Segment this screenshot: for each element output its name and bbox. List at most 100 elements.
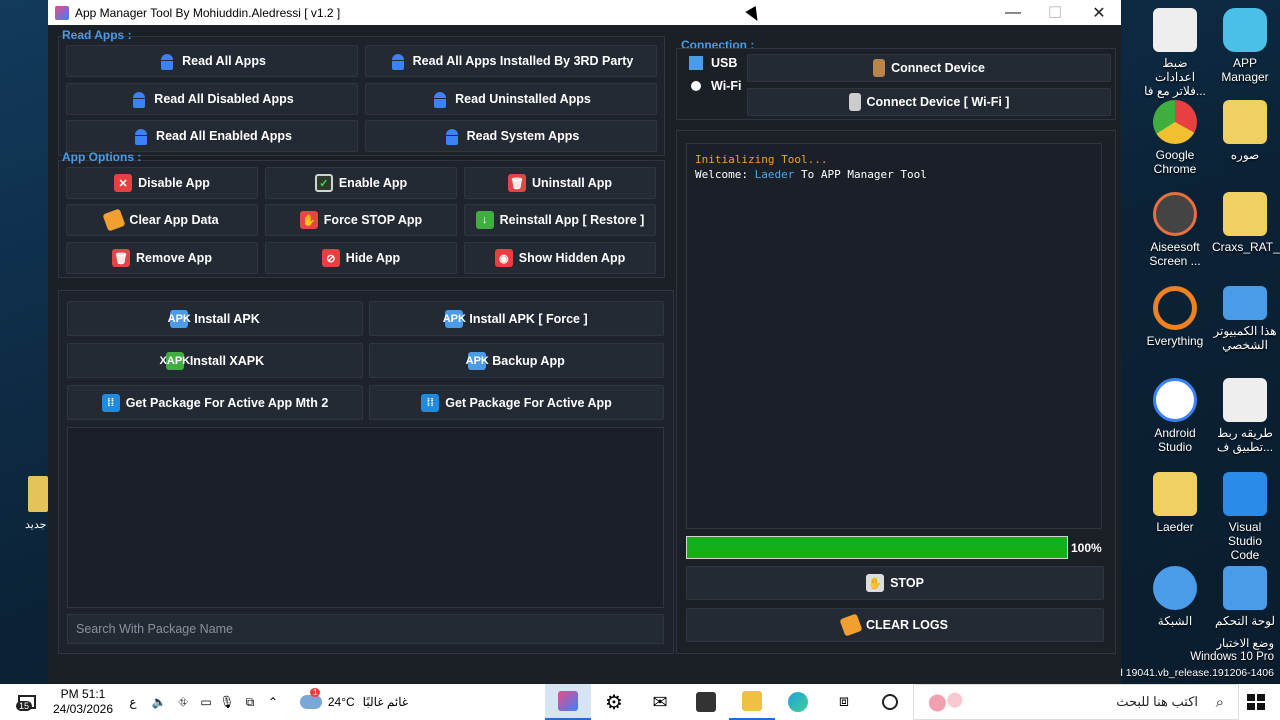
desktop-icon-label: ضبط اعدادات فلاتر مع فا...	[1144, 56, 1206, 98]
button-label: Force STOP App	[323, 213, 423, 227]
desktop-icon-label: الشبكة	[1157, 614, 1193, 628]
button-label: Enable App	[338, 176, 408, 190]
read-3rd-party-apps-button[interactable]: Read All Apps Installed By 3RD Party	[365, 45, 657, 77]
button-label: Read All Disabled Apps	[154, 92, 294, 106]
read-system-apps-button[interactable]: Read System Apps	[365, 120, 657, 152]
install-xapk-button[interactable]: XAPK Install XAPK	[67, 343, 363, 378]
taskbar-edge[interactable]	[775, 684, 821, 720]
clear-app-data-button[interactable]: Clear App Data	[66, 204, 258, 236]
backup-app-button[interactable]: APK Backup App	[369, 343, 664, 378]
check-icon: ✓	[314, 174, 333, 192]
close-button[interactable]: ✕	[1078, 0, 1120, 25]
watermark-line3: d 19041.vb_release.191206-1406	[1116, 667, 1274, 679]
show-hidden-app-button[interactable]: ◉ Show Hidden App	[464, 242, 656, 274]
desktop-icon-aiseesoft[interactable]: Aiseesoft Screen ...	[1142, 192, 1208, 268]
read-all-apps-button[interactable]: Read All Apps	[66, 45, 358, 77]
uninstall-app-button[interactable]: 🗑 Uninstall App	[464, 167, 656, 199]
install-apk-button[interactable]: APK Install APK	[67, 301, 363, 336]
android-icon	[158, 52, 176, 70]
microphone-icon[interactable]: 🎙	[218, 684, 236, 720]
clear-logs-button[interactable]: CLEAR LOGS	[686, 608, 1104, 642]
app-manager-icon	[558, 691, 578, 711]
weather-temp: 24°C	[327, 695, 355, 709]
desktop-icon-app-manager[interactable]: APP Manager	[1212, 8, 1278, 84]
desktop-icon-everything[interactable]: Everything	[1142, 286, 1208, 348]
maximize-button[interactable]: ☐	[1034, 0, 1076, 25]
get-package-button[interactable]: ⁞⁞ Get Package For Active App	[369, 385, 664, 420]
clock[interactable]: PM 51:1 24/03/2026	[48, 684, 118, 720]
title-bar[interactable]: App Manager Tool By Mohiuddin.Aledressi …	[48, 0, 1121, 25]
taskbar-cortana[interactable]	[867, 684, 913, 720]
taskbar-settings[interactable]: ⚙	[591, 684, 637, 720]
minimize-button[interactable]: —	[992, 0, 1034, 25]
folder-icon[interactable]	[28, 476, 48, 512]
desktop-icon-label: Aiseesoft Screen ...	[1149, 240, 1201, 268]
network-tray-icon[interactable]: ⛗	[172, 684, 194, 720]
cortana-icon	[882, 694, 898, 710]
show-hidden-icons-chevron-icon[interactable]: ⌃	[264, 684, 282, 720]
desktop-icon-vscode[interactable]: Visual Studio Code	[1212, 472, 1278, 562]
start-button-windows-icon[interactable]	[1247, 694, 1265, 710]
taskbar-mail[interactable]: ✉	[637, 684, 683, 720]
disable-app-button[interactable]: ✕ Disable App	[66, 167, 258, 199]
package-icon: ⁞⁞	[101, 393, 120, 412]
connect-device-wifi-button[interactable]: Connect Device [ Wi-Fi ]	[747, 88, 1111, 116]
package-list[interactable]	[67, 427, 664, 608]
desktop-icon-label: صوره	[1230, 148, 1260, 162]
taskbar-file-explorer[interactable]	[729, 684, 775, 720]
force-stop-app-button[interactable]: ✋ Force STOP App	[265, 204, 457, 236]
desktop-icon-craxs[interactable]: Craxs_RAT_...	[1212, 192, 1280, 254]
desktop-icon-this-pc[interactable]: هذا الكمبيوتر الشخصي	[1212, 286, 1278, 352]
desktop-icon-control-panel[interactable]: لوحة التحكم	[1212, 566, 1278, 628]
desktop-icon-image[interactable]: صوره	[1212, 100, 1278, 162]
desktop-icon-label: Everything	[1146, 334, 1204, 348]
desktop-icon-chrome[interactable]: Google Chrome	[1142, 100, 1208, 176]
package-search-input[interactable]	[67, 614, 664, 644]
desktop-icon-android-studio[interactable]: Android Studio	[1142, 378, 1208, 454]
wifi-label: Wi-Fi	[711, 79, 742, 93]
notification-center-button[interactable]: 15	[10, 684, 44, 720]
weather-widget[interactable]: 1 24°C غائم غالبًا	[294, 684, 414, 720]
desktop-icon-label: Google Chrome	[1153, 148, 1197, 176]
taskbar-task-view[interactable]: ⧈	[821, 684, 867, 720]
app-manager-icon	[1223, 8, 1267, 52]
log-console[interactable]: Initializing Tool... Welcome: Laeder To …	[686, 143, 1102, 529]
edge-icon	[788, 692, 808, 712]
read-disabled-apps-button[interactable]: Read All Disabled Apps	[66, 83, 358, 115]
enable-app-button[interactable]: ✓ Enable App	[265, 167, 457, 199]
button-label: CLEAR LOGS	[866, 618, 948, 632]
taskbar-store[interactable]	[683, 684, 729, 720]
button-label: Uninstall App	[531, 176, 613, 190]
language-indicator[interactable]: ع	[124, 684, 142, 720]
hide-app-button[interactable]: ⊘ Hide App	[265, 242, 457, 274]
button-label: Clear App Data	[129, 213, 219, 227]
taskbar-app-manager[interactable]	[545, 684, 591, 720]
search-icon: ⌕	[1215, 694, 1224, 711]
button-label: Disable App	[138, 176, 210, 190]
progress-bar	[686, 536, 1068, 559]
desktop-icon-laeder[interactable]: Laeder	[1142, 472, 1208, 534]
android-icon	[132, 127, 150, 145]
device-icon[interactable]: ⧉	[240, 684, 260, 720]
read-enabled-apps-button[interactable]: Read All Enabled Apps	[66, 120, 358, 152]
taskbar-search-placeholder: اكتب هنا للبحث	[1116, 694, 1198, 709]
usb-radio[interactable]: USB	[689, 56, 737, 70]
desktop-icon-doc2[interactable]: طريقه ربط تطبيق ف...	[1212, 378, 1278, 454]
battery-icon[interactable]: ▭	[195, 684, 217, 720]
get-package-mth2-button[interactable]: ⁞⁞ Get Package For Active App Mth 2	[67, 385, 363, 420]
reinstall-app-button[interactable]: ↓ Reinstall App [ Restore ]	[464, 204, 656, 236]
log-welcome-prefix: Welcome:	[695, 168, 755, 181]
wifi-radio[interactable]: Wi-Fi	[689, 79, 741, 93]
screen-recorder-icon	[1153, 192, 1197, 236]
taskbar-search-box[interactable]: اكتب هنا للبحث ⌕	[913, 684, 1239, 720]
stop-button[interactable]: ✋ STOP	[686, 566, 1104, 600]
install-apk-force-button[interactable]: APK Install APK [ Force ]	[369, 301, 664, 336]
read-uninstalled-apps-button[interactable]: Read Uninstalled Apps	[365, 83, 657, 115]
connect-device-button[interactable]: Connect Device	[747, 54, 1111, 82]
button-label: Connect Device [ Wi-Fi ]	[866, 95, 1010, 109]
desktop-icon-network[interactable]: الشبكة	[1142, 566, 1208, 628]
volume-icon[interactable]: 🔈	[148, 684, 170, 720]
desktop-icon-doc[interactable]: ضبط اعدادات فلاتر مع فا...	[1142, 8, 1208, 98]
remove-app-button[interactable]: 🗑 Remove App	[66, 242, 258, 274]
app-logo-icon	[55, 5, 69, 20]
